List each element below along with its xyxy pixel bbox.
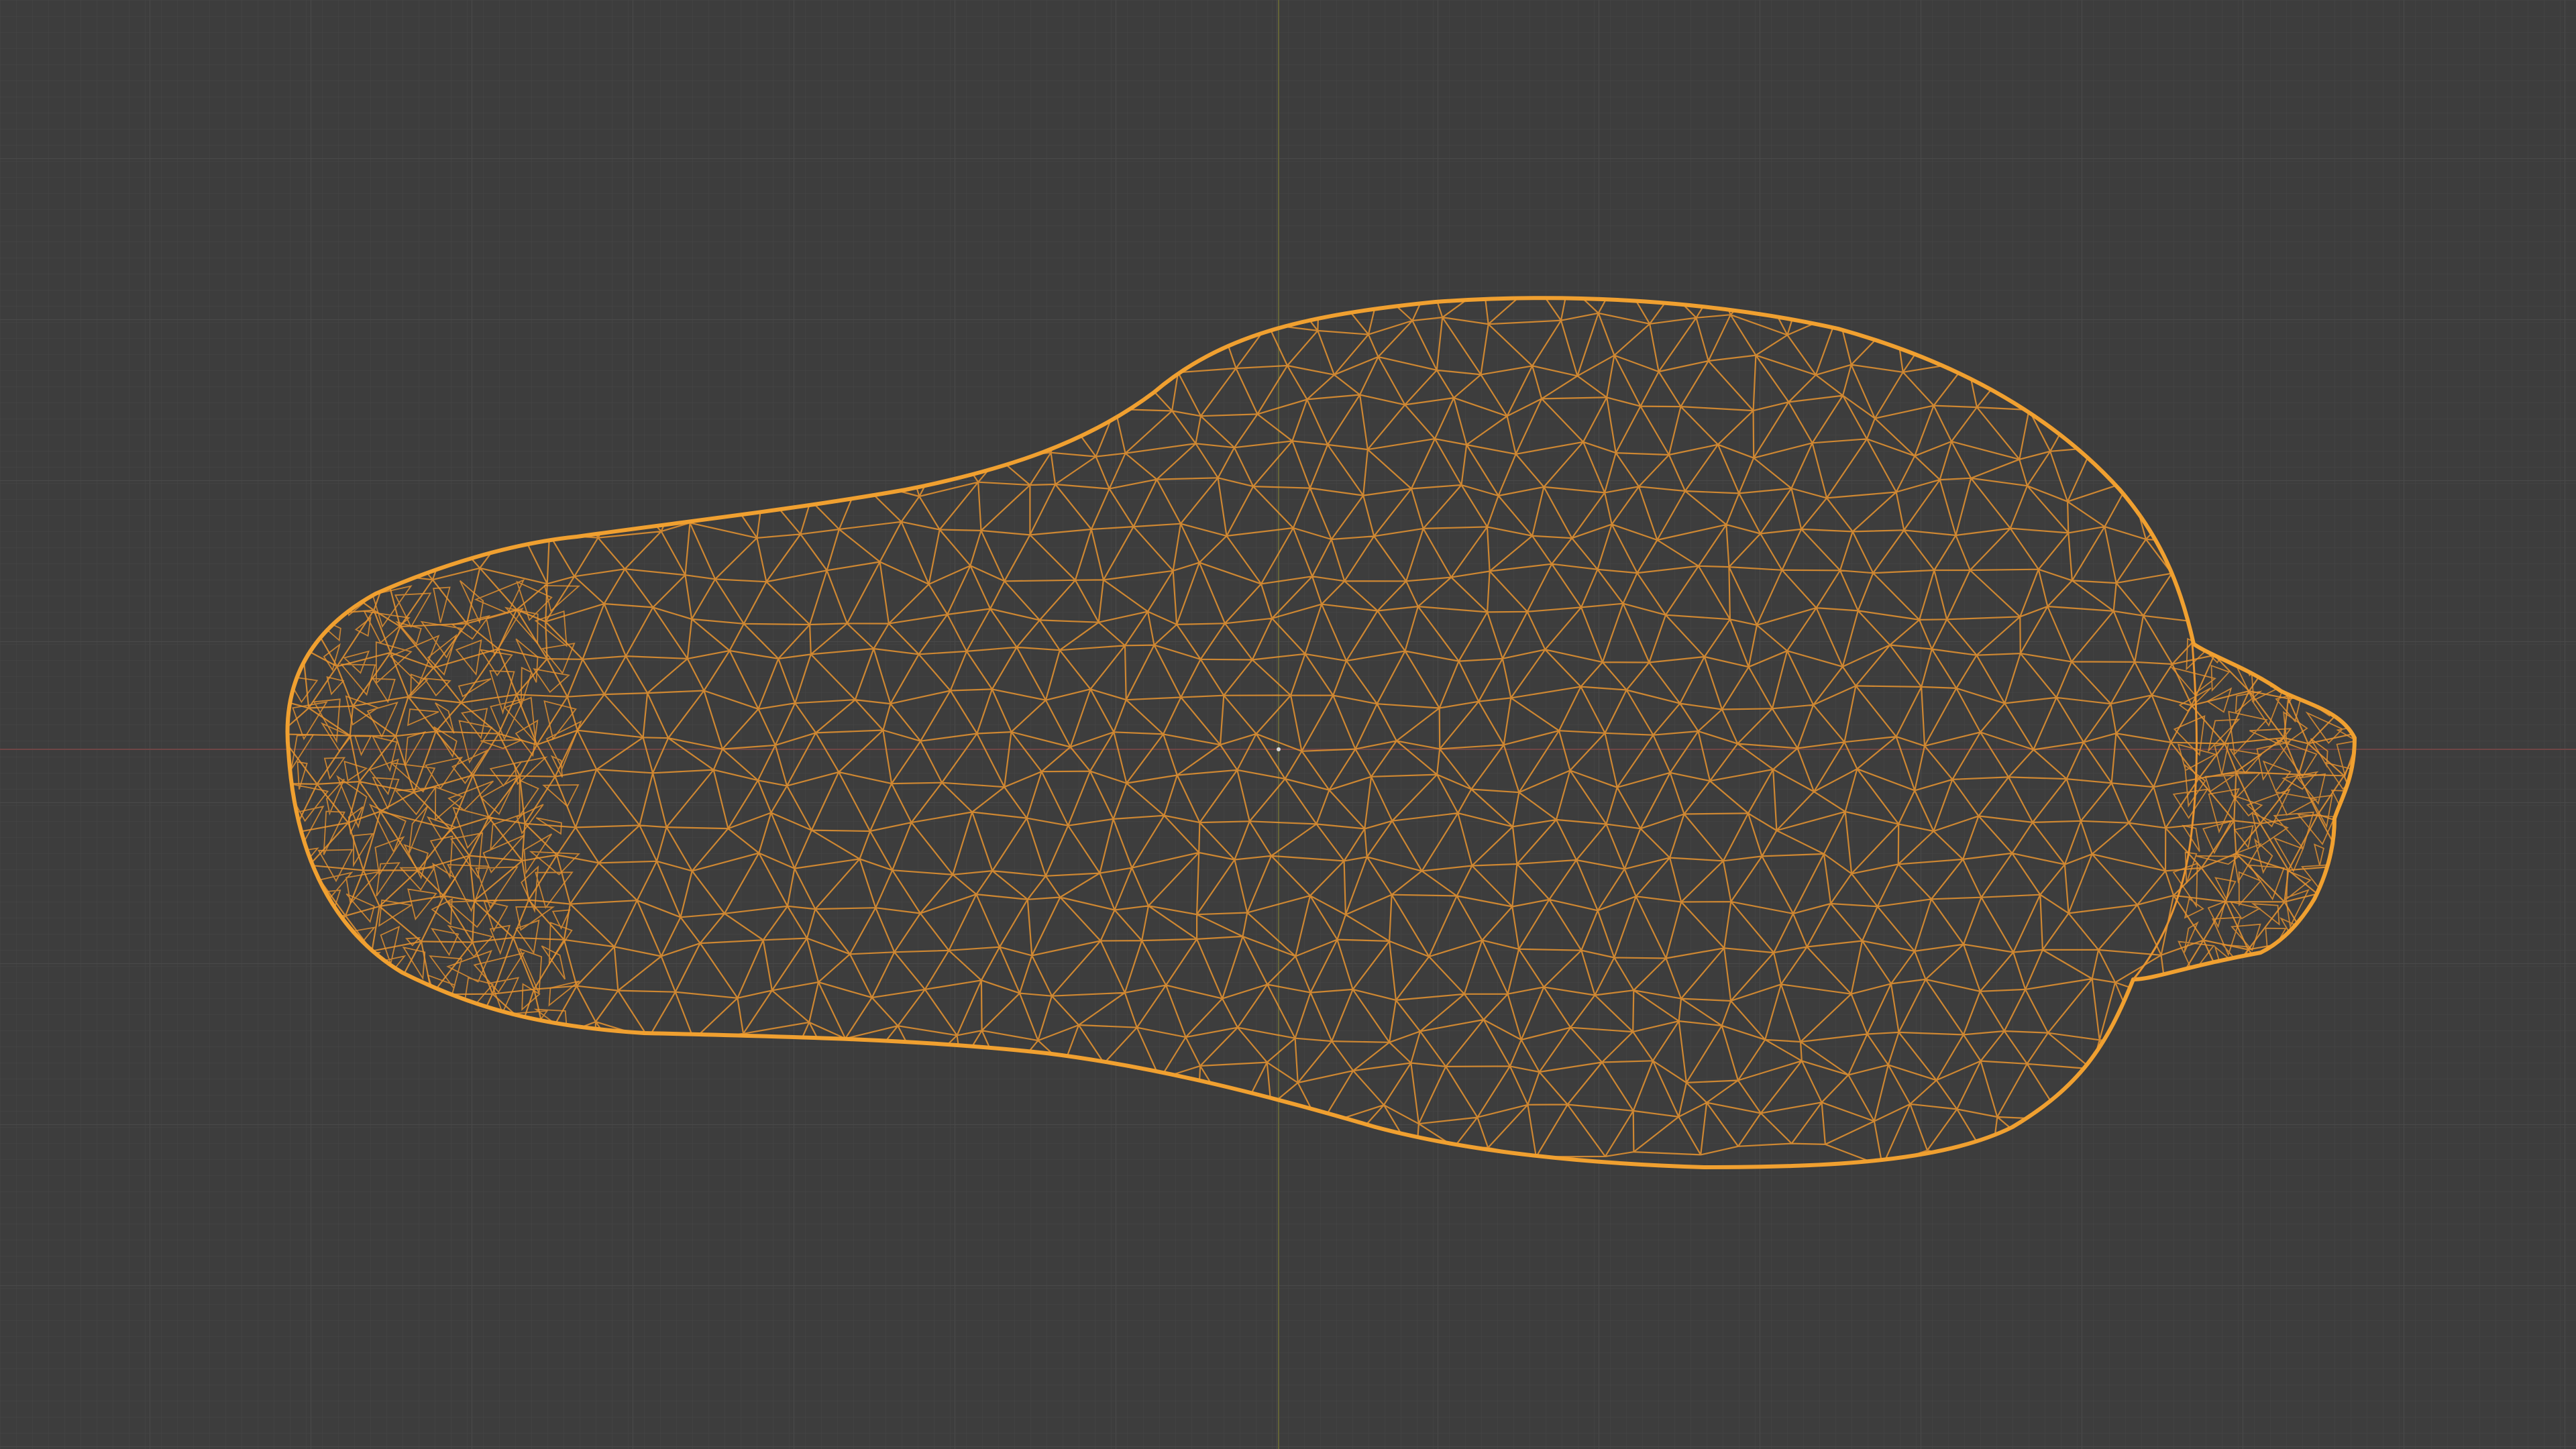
viewport-canvas[interactable]	[0, 0, 2576, 1449]
grid-major	[0, 0, 2576, 1449]
object-origin[interactable]	[1277, 747, 1281, 751]
3d-viewport[interactable]	[0, 0, 2576, 1449]
